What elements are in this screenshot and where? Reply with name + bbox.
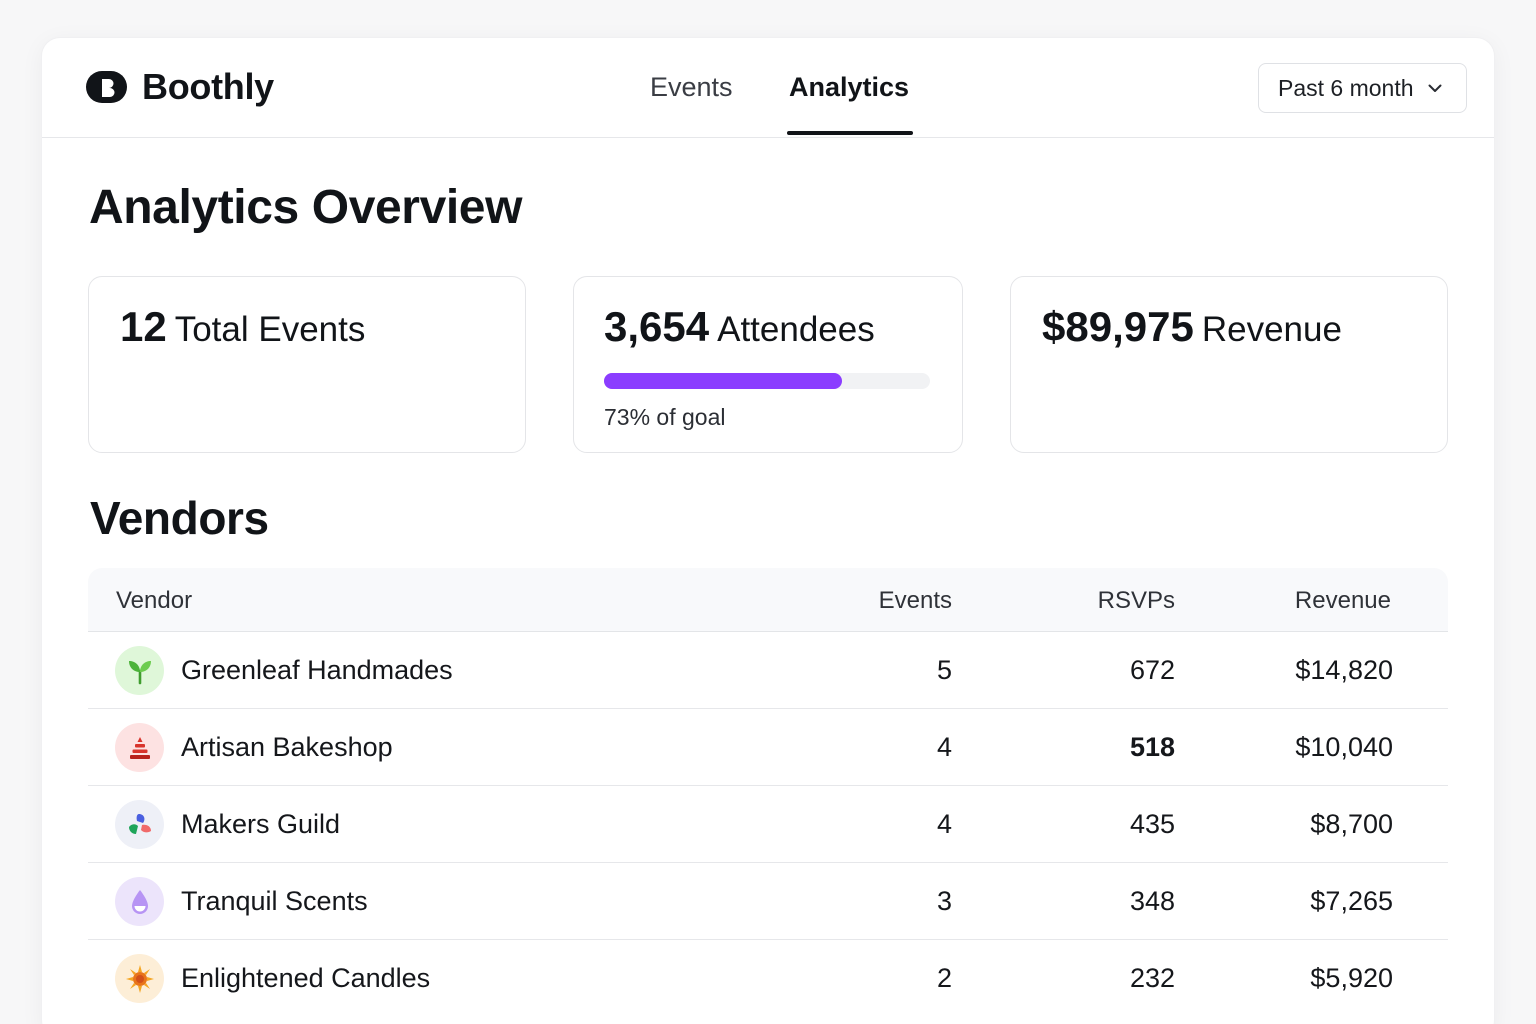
cake-icon bbox=[115, 723, 164, 772]
vendor-events: 4 bbox=[936, 732, 952, 762]
vendor-revenue: $14,820 bbox=[1295, 655, 1393, 685]
column-header-revenue[interactable]: Revenue bbox=[1295, 587, 1391, 615]
stat-label: Revenue bbox=[1201, 310, 1342, 349]
vendor-rsvps: 435 bbox=[1129, 809, 1175, 839]
sun-icon bbox=[115, 954, 164, 1003]
tab-events[interactable]: Events bbox=[650, 72, 733, 103]
vendor-name: Makers Guild bbox=[181, 809, 341, 839]
vendor-events: 4 bbox=[936, 809, 952, 839]
vendor-revenue: $5,920 bbox=[1310, 963, 1393, 993]
stat-card-total-events: 12 Total Events bbox=[88, 276, 526, 453]
vendor-name: Greenleaf Handmades bbox=[181, 655, 453, 685]
column-header-vendor[interactable]: Vendor bbox=[116, 587, 192, 615]
table-header: Vendor Events RSVPs Revenue bbox=[88, 568, 1448, 632]
vendor-name: Artisan Bakeshop bbox=[181, 732, 393, 762]
droplet-icon bbox=[115, 877, 164, 926]
table-row[interactable]: Makers Guild 4 435 $8,700 bbox=[88, 786, 1448, 863]
vendor-rsvps: 232 bbox=[1129, 963, 1175, 993]
chevron-down-icon bbox=[1428, 84, 1442, 92]
stat-card-revenue: $89,975 Revenue bbox=[1010, 276, 1448, 453]
vendor-revenue: $10,040 bbox=[1295, 732, 1393, 762]
column-header-rsvps[interactable]: RSVPs bbox=[1098, 587, 1175, 615]
table-row[interactable]: Tranquil Scents 3 348 $7,265 bbox=[88, 863, 1448, 940]
vendor-revenue: $8,700 bbox=[1310, 809, 1393, 839]
stat-card-attendees: 3,654 Attendees 73% of goal bbox=[573, 276, 963, 453]
boothly-logo-icon bbox=[86, 71, 127, 103]
vendor-rsvps: 348 bbox=[1129, 886, 1175, 916]
brand-name: Boothly bbox=[142, 66, 274, 107]
vendor-rsvps: 672 bbox=[1129, 655, 1175, 685]
page-title: Analytics Overview bbox=[89, 181, 523, 234]
vendor-name: Enlightened Candles bbox=[181, 963, 431, 993]
column-header-events[interactable]: Events bbox=[879, 587, 952, 615]
sprout-icon bbox=[115, 646, 164, 695]
brand[interactable]: Boothly bbox=[86, 66, 274, 108]
vendors-heading: Vendors bbox=[90, 492, 269, 544]
petals-icon bbox=[115, 800, 164, 849]
goal-progress-fill bbox=[604, 373, 842, 389]
stat-value: $89,975 bbox=[1042, 303, 1194, 350]
vendor-events: 3 bbox=[936, 886, 952, 916]
app-window: Boothly Events Analytics Past 6 month An… bbox=[42, 38, 1494, 1024]
date-range-select[interactable]: Past 6 month bbox=[1258, 63, 1467, 113]
stat-label: Total Events bbox=[174, 310, 366, 349]
table-row[interactable]: Greenleaf Handmades 5 672 $14,820 bbox=[88, 632, 1448, 709]
tab-analytics[interactable]: Analytics bbox=[789, 72, 909, 103]
vendor-name: Tranquil Scents bbox=[181, 886, 368, 916]
table-row[interactable]: Artisan Bakeshop 4 518 $10,040 bbox=[88, 709, 1448, 786]
vendor-events: 2 bbox=[936, 963, 952, 993]
vendors-table: Vendor Events RSVPs Revenue Greenleaf Ha… bbox=[88, 568, 1448, 1024]
stat-value: 3,654 bbox=[604, 303, 710, 350]
vendor-revenue: $7,265 bbox=[1310, 886, 1393, 916]
stat-value: 12 bbox=[120, 303, 167, 350]
table-row[interactable]: Enlightened Candles 2 232 $5,920 bbox=[88, 940, 1448, 1017]
active-tab-indicator bbox=[787, 131, 913, 135]
stat-label: Attendees bbox=[717, 310, 875, 349]
goal-progress-bar bbox=[604, 373, 930, 389]
top-nav-bar: Boothly Events Analytics Past 6 month bbox=[42, 38, 1494, 138]
goal-progress-text: 73% of goal bbox=[604, 404, 726, 430]
date-range-label: Past 6 month bbox=[1278, 74, 1414, 101]
vendor-rsvps: 518 bbox=[1129, 732, 1175, 762]
vendor-events: 5 bbox=[936, 655, 952, 685]
